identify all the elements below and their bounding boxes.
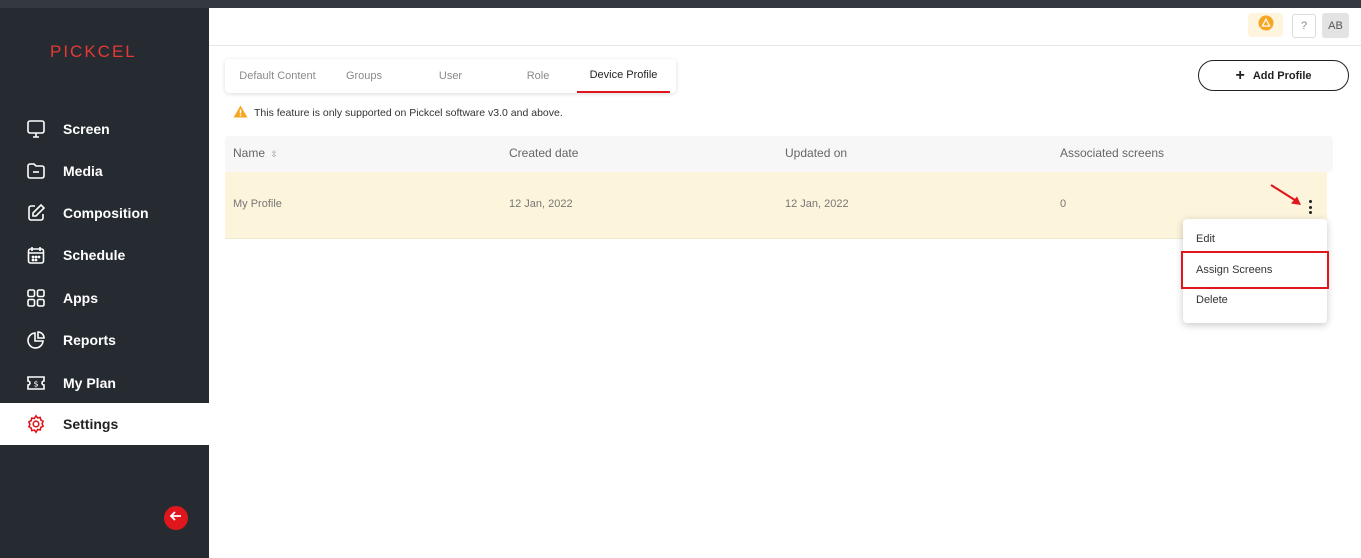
cell-created-date: 12 Jan, 2022 bbox=[509, 198, 573, 210]
sidebar: PICKCEL Screen Media Composition Schedul… bbox=[0, 8, 209, 558]
sidebar-item-media[interactable]: Media bbox=[0, 150, 209, 192]
annotation-arrow-icon bbox=[1270, 184, 1301, 205]
cell-updated-on: 12 Jan, 2022 bbox=[785, 198, 849, 210]
tab-device-profile[interactable]: Device Profile bbox=[577, 59, 670, 93]
sort-icon: ⇳ bbox=[270, 149, 278, 159]
table-header: Name ⇳ Created date Updated on Associate… bbox=[225, 136, 1333, 172]
gear-icon bbox=[25, 413, 47, 435]
add-profile-button[interactable]: + Add Profile bbox=[1198, 60, 1349, 91]
top-header bbox=[209, 8, 1361, 46]
row-actions-kebab-icon[interactable] bbox=[1304, 199, 1316, 215]
sidebar-item-label: Media bbox=[63, 163, 103, 179]
sidebar-item-label: Reports bbox=[63, 332, 116, 348]
warning-icon bbox=[1257, 15, 1275, 36]
cell-associated-screens: 0 bbox=[1060, 198, 1067, 210]
help-button[interactable]: ? bbox=[1292, 14, 1316, 38]
dollar-ticket-icon: $ bbox=[25, 372, 47, 394]
tab-groups[interactable]: Groups bbox=[330, 59, 398, 93]
arrow-left-icon bbox=[169, 509, 183, 528]
sidebar-item-reports[interactable]: Reports bbox=[0, 319, 209, 361]
settings-tabs: Default Content Groups User Role Device … bbox=[225, 59, 676, 93]
column-created-date-header: Created date bbox=[509, 146, 579, 160]
menu-item-assign-screens[interactable]: Assign Screens bbox=[1181, 251, 1329, 289]
monitor-icon bbox=[25, 118, 47, 140]
sidebar-item-composition[interactable]: Composition bbox=[0, 192, 209, 234]
tab-user[interactable]: User bbox=[398, 59, 503, 93]
sidebar-item-settings[interactable]: Settings bbox=[0, 403, 209, 445]
sidebar-item-label: Schedule bbox=[63, 247, 126, 263]
sidebar-item-schedule[interactable]: Schedule bbox=[0, 234, 209, 276]
add-profile-label: Add Profile bbox=[1252, 69, 1312, 82]
pencil-square-icon bbox=[25, 202, 47, 224]
sidebar-item-label: Apps bbox=[63, 290, 98, 306]
pickcel-logo: PICKCEL bbox=[50, 42, 137, 61]
column-updated-on-header: Updated on bbox=[785, 146, 848, 160]
calendar-icon bbox=[25, 244, 47, 266]
top-strip bbox=[0, 0, 1361, 8]
menu-item-delete[interactable]: Delete bbox=[1183, 286, 1327, 314]
tab-default-content[interactable]: Default Content bbox=[225, 59, 330, 93]
sidebar-item-label: Screen bbox=[63, 121, 110, 137]
notice-text: This feature is only supported on Pickce… bbox=[254, 107, 563, 119]
menu-item-edit[interactable]: Edit bbox=[1183, 225, 1327, 253]
plus-icon: + bbox=[1235, 66, 1245, 84]
column-associated-screens-header: Associated screens bbox=[1060, 146, 1165, 160]
compatibility-notice: This feature is only supported on Pickce… bbox=[233, 105, 563, 121]
avatar[interactable]: AB bbox=[1322, 13, 1349, 38]
column-name-header[interactable]: Name ⇳ bbox=[233, 146, 278, 160]
sidebar-item-apps[interactable]: Apps bbox=[0, 277, 209, 319]
sidebar-item-label: Settings bbox=[63, 416, 119, 432]
sidebar-item-label: My Plan bbox=[63, 375, 116, 391]
sidebar-item-label: Composition bbox=[63, 205, 149, 221]
alert-button[interactable] bbox=[1248, 13, 1283, 37]
pie-chart-icon bbox=[25, 329, 47, 351]
collapse-sidebar-button[interactable] bbox=[164, 506, 188, 530]
apps-grid-icon bbox=[25, 287, 47, 309]
tab-role[interactable]: Role bbox=[503, 59, 573, 93]
sidebar-item-my-plan[interactable]: $ My Plan bbox=[0, 362, 209, 404]
table-row[interactable]: My Profile 12 Jan, 2022 12 Jan, 2022 0 bbox=[225, 172, 1327, 239]
folder-icon bbox=[25, 160, 47, 182]
sidebar-item-screen[interactable]: Screen bbox=[0, 108, 209, 150]
row-context-menu: Edit Assign Screens Delete bbox=[1181, 219, 1329, 323]
svg-text:$: $ bbox=[33, 380, 38, 389]
cell-name: My Profile bbox=[233, 198, 282, 210]
warning-triangle-icon bbox=[233, 105, 248, 121]
